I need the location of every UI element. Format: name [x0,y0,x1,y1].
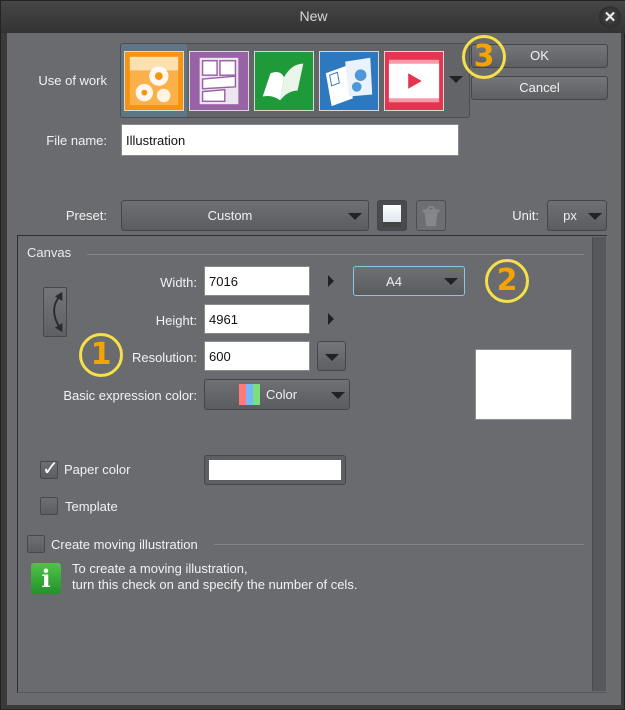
delete-preset-button[interactable] [416,200,446,231]
preset-label: Preset: [65,208,107,223]
chevron-down-icon[interactable] [449,76,463,83]
scrollbar[interactable] [592,237,606,691]
swap-width-height-button[interactable] [43,287,67,337]
animation-icon [385,52,443,110]
create-moving-illustration-checkbox[interactable] [27,535,45,553]
template-checkbox[interactable] [40,497,58,515]
resolution-input[interactable] [204,341,310,371]
use-of-work-label: Use of work [38,73,107,88]
paper-color-label: Paper color [64,462,131,477]
annotation-badge-2: 2 [485,259,529,303]
register-preset-button[interactable] [377,200,407,231]
basic-expression-color-dropdown[interactable]: Color [204,379,350,410]
size-preset-value: A4 [386,274,402,289]
info-line-1: To create a moving illustration, [72,561,248,576]
new-dialog: New ✕ Use of work OK Cancel 3 File name:… [0,0,625,710]
dialog-body: Use of work OK Cancel 3 File name: Illus… [7,33,621,705]
annotation-badge-3: 3 [462,35,506,79]
height-expand-icon[interactable] [328,313,334,325]
chevron-down-icon [444,278,458,285]
dialog-title: New [299,8,328,24]
preset-value: Custom [207,208,253,223]
unit-dropdown[interactable]: px [547,200,607,231]
info-line-2: turn this check on and specify the numbe… [72,577,358,592]
chevron-down-icon [331,392,345,399]
chevron-down-icon [325,354,339,361]
resolution-label: Resolution: [131,350,197,365]
paper-color-fill [209,460,341,480]
use-of-work-illustration[interactable] [124,51,184,111]
paper-color-checkbox[interactable]: ✓ [40,456,59,480]
unit-value: px [563,208,577,223]
preset-dropdown[interactable]: Custom [121,200,369,231]
canvas-divider [87,254,584,255]
resolution-dropdown-button[interactable] [317,341,346,371]
use-of-work-animation[interactable] [384,51,444,111]
paper-color-swatch[interactable] [204,455,346,485]
file-name-label: File name: [46,133,107,148]
title-bar[interactable]: New ✕ [1,1,625,33]
close-button[interactable]: ✕ [599,6,621,28]
moving-info-text: To create a moving illustration, turn th… [72,561,357,593]
canvas-preview [475,349,572,420]
illustration-icon [125,52,183,110]
cancel-button[interactable]: Cancel [471,76,608,100]
moving-divider [214,544,584,545]
width-expand-icon[interactable] [328,275,334,287]
trash-icon [422,205,440,227]
height-label: Height: [155,313,197,328]
width-input[interactable] [204,266,310,296]
unit-label: Unit: [512,208,539,223]
register-preset-icon [383,205,401,227]
use-of-work-comic[interactable] [189,51,249,111]
basic-expression-color-value: Color [266,387,298,402]
basic-expression-color-label: Basic expression color: [63,388,197,403]
template-label: Template [65,499,118,514]
chevron-down-icon [588,213,602,220]
chevron-down-icon [348,213,362,220]
height-input[interactable] [204,304,310,334]
close-icon: ✕ [603,9,617,26]
comic-icon [190,52,248,110]
checkmark-icon: ✓ [42,456,59,480]
canvas-section-label: Canvas [27,245,72,260]
use-of-work-selector [120,43,470,118]
book-icon [255,52,313,110]
color-mode-icon [239,384,260,405]
size-preset-dropdown[interactable]: A4 [353,266,465,296]
create-moving-illustration-label: Create moving illustration [51,537,198,552]
use-of-work-comic-settings[interactable] [319,51,379,111]
comic-settings-icon [320,52,378,110]
file-name-input[interactable] [121,124,459,156]
width-label: Width: [160,275,197,290]
use-of-work-book[interactable] [254,51,314,111]
swap-icon [53,291,63,333]
info-icon: i [31,563,61,594]
